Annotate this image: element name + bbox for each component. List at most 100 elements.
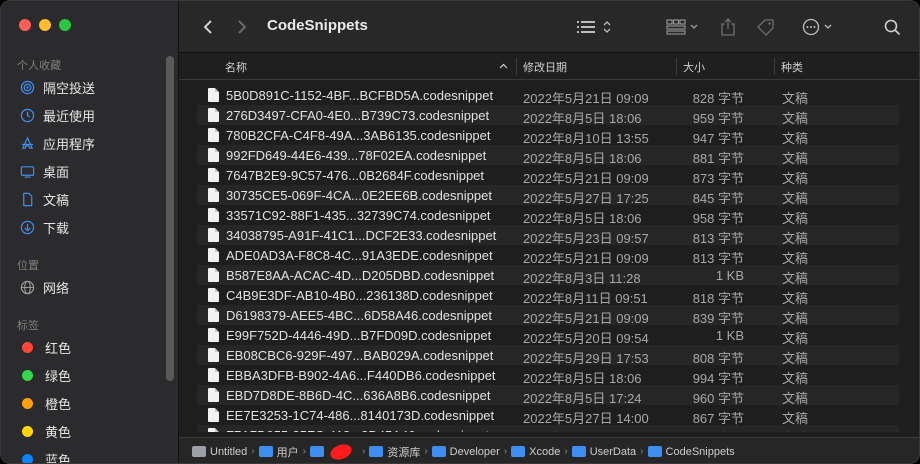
table-row[interactable]: EE7E3253-1C74-486...8140173D.codesnippet… — [197, 405, 900, 426]
back-button[interactable] — [197, 15, 219, 39]
sidebar-item-network[interactable]: 网络 — [19, 276, 69, 298]
path-crumb-disk[interactable]: Untitled — [192, 446, 247, 458]
table-row[interactable]: D6198379-AEE5-4BC...6D58A46.codesnippet 2… — [197, 305, 900, 326]
sidebar-item-tag-blue[interactable]: 蓝色 — [19, 448, 71, 463]
table-row[interactable]: B587E8AA-ACAC-4D...D205DBD.codesnippet 20… — [197, 265, 900, 286]
sidebar-scrollbar[interactable] — [166, 56, 174, 381]
file-size: 814 字节 — [693, 428, 744, 432]
sidebar-item-airdrop[interactable]: 隔空投送 — [19, 76, 95, 98]
document-icon — [19, 191, 35, 207]
file-list-scrollbar[interactable] — [899, 85, 907, 430]
sidebar-item-label: 橙色 — [45, 396, 72, 412]
sidebar-item-tag-yellow[interactable]: 黄色 — [19, 420, 71, 442]
folder-icon — [511, 446, 526, 457]
document-file-icon — [208, 308, 219, 322]
table-row[interactable]: 5B0D891C-1152-4BF...BCFBD5A.codesnippet 2… — [197, 85, 900, 106]
sidebar-item-label: 红色 — [45, 340, 72, 356]
crumb-label: Untitled — [210, 445, 248, 458]
group-button[interactable] — [661, 15, 703, 39]
chevron-left-icon — [203, 20, 212, 34]
document-file-icon — [208, 108, 219, 122]
finder-window: 个人收藏 隔空投送 最近使用 应用程序 桌面 文稿 下载 位置 网络 标签 红色… — [0, 0, 920, 464]
sidebar-item-tag-green[interactable]: 绿色 — [19, 364, 71, 386]
sort-ascending-icon[interactable] — [499, 63, 508, 69]
sidebar-item-tag-orange[interactable]: 橙色 — [19, 392, 71, 414]
sidebar-item-label: 下载 — [43, 220, 70, 236]
path-crumb-home[interactable] — [309, 441, 358, 462]
table-row[interactable]: 7647B2E9-9C57-476...0B2684F.codesnippet 2… — [197, 165, 900, 186]
file-name: 5B0D891C-1152-4BF...BCFBD5A.codesnippet — [226, 88, 494, 103]
table-row[interactable]: EBBA3DFB-B902-4A6...F440DB6.codesnippet 2… — [197, 365, 900, 386]
column-divider[interactable] — [516, 58, 517, 75]
sidebar-item-documents[interactable]: 文稿 — [19, 188, 69, 210]
table-row[interactable]: E99F752D-4446-49D...B7FD09D.codesnippet 2… — [197, 325, 900, 346]
close-window-button[interactable] — [19, 19, 31, 31]
file-name: EE7E3253-1C74-486...8140173D.codesnippet — [226, 408, 495, 423]
table-row[interactable]: F7A7D955-25FC-413...2D45A46.codesnippet 2… — [197, 425, 900, 432]
path-crumb-library[interactable]: 资源库 — [369, 444, 420, 460]
table-row[interactable]: 276D3497-CFA0-4E0...B739C73.codesnippet 2… — [197, 105, 900, 126]
ellipsis-circle-icon — [802, 18, 820, 36]
share-button[interactable] — [717, 15, 739, 39]
more-actions-button[interactable] — [797, 15, 837, 39]
applications-icon — [19, 135, 35, 151]
zoom-window-button[interactable] — [59, 19, 71, 31]
document-file-icon — [208, 228, 219, 242]
tags-header: 标签 — [17, 320, 39, 332]
column-date-header[interactable]: 修改日期 — [523, 53, 567, 80]
column-name-header[interactable]: 名称 — [225, 53, 247, 80]
crumb-label: Developer — [449, 445, 500, 458]
path-crumb-users[interactable]: 用户 — [258, 444, 299, 460]
toolbar: CodeSnippets — [179, 1, 919, 53]
clock-icon — [19, 107, 35, 123]
column-label: 名称 — [225, 61, 247, 74]
file-name: EB08CBC6-929F-497...BAB029A.codesnippet — [226, 348, 494, 363]
column-size-header[interactable]: 大小 — [683, 53, 705, 80]
crumb-label: UserData — [589, 445, 637, 458]
table-row[interactable]: EBD7D8DE-8B6D-4C...636A8B6.codesnippet 20… — [197, 385, 900, 406]
document-file-icon — [208, 388, 219, 402]
chevron-down-icon — [690, 24, 698, 29]
path-bar: Untitled › 用户 › › 资源库 › Developer › Xcod… — [179, 437, 919, 463]
column-label: 修改日期 — [523, 61, 567, 74]
table-row[interactable]: 992FD649-44E6-439...78F02EA.codesnippet 2… — [197, 145, 900, 166]
table-row[interactable]: 30735CE5-069F-4CA...0E2EE6B.codesnippet 2… — [197, 185, 900, 206]
table-row[interactable]: EB08CBC6-929F-497...BAB029A.codesnippet 2… — [197, 345, 900, 366]
file-name: B587E8AA-ACAC-4D...D205DBD.codesnippet — [226, 268, 495, 283]
crumb-label: 资源库 — [387, 446, 421, 459]
favorites-header: 个人收藏 — [17, 60, 61, 72]
table-row[interactable]: 780B2CFA-C4F8-49A...3AB6135.codesnippet 2… — [197, 125, 900, 146]
column-divider[interactable] — [774, 58, 775, 75]
grid-group-icon — [666, 19, 686, 35]
table-row[interactable]: C4B9E3DF-AB10-4B0...236138D.codesnippet 2… — [197, 285, 900, 306]
file-kind: 文稿 — [782, 428, 808, 432]
sidebar-item-label: 桌面 — [43, 164, 70, 180]
sidebar-item-desktop[interactable]: 桌面 — [19, 160, 69, 182]
path-crumb-xcode[interactable]: Xcode — [511, 446, 560, 458]
tag-button[interactable] — [753, 15, 779, 39]
table-row[interactable]: ADE0AD3A-F8C8-4C...91A3EDE.codesnippet 20… — [197, 245, 900, 266]
sidebar-item-downloads[interactable]: 下载 — [19, 216, 69, 238]
path-crumb-userdata[interactable]: UserData — [571, 445, 637, 458]
path-crumb-codesnippets[interactable]: CodeSnippets — [647, 446, 735, 458]
sidebar-item-applications[interactable]: 应用程序 — [19, 132, 95, 154]
forward-button[interactable] — [231, 15, 253, 39]
crumb-label: 用户 — [276, 446, 299, 459]
folder-icon — [258, 446, 273, 457]
view-list-button[interactable] — [571, 15, 617, 39]
column-divider[interactable] — [676, 58, 677, 75]
sidebar-item-recents[interactable]: 最近使用 — [19, 104, 95, 126]
column-kind-header[interactable]: 种类 — [781, 53, 803, 80]
document-file-icon — [208, 88, 219, 102]
path-crumb-developer[interactable]: Developer — [431, 445, 500, 458]
minimize-window-button[interactable] — [39, 19, 51, 31]
sidebar-item-tag-red[interactable]: 红色 — [19, 336, 71, 358]
airdrop-icon — [19, 79, 35, 95]
table-row[interactable]: 34038795-A91F-41C1...DCF2E33.codesnippet… — [197, 225, 900, 246]
file-name: 276D3497-CFA0-4E0...B739C73.codesnippet — [226, 108, 490, 123]
table-row[interactable]: 33571C92-88F1-435...32739C74.codesnippet… — [197, 205, 900, 226]
yellow-tag-dot — [22, 425, 33, 437]
sidebar-item-label: 隔空投送 — [43, 80, 96, 96]
search-button[interactable] — [881, 15, 903, 39]
file-name: 33571C92-88F1-435...32739C74.codesnippet — [226, 208, 491, 223]
